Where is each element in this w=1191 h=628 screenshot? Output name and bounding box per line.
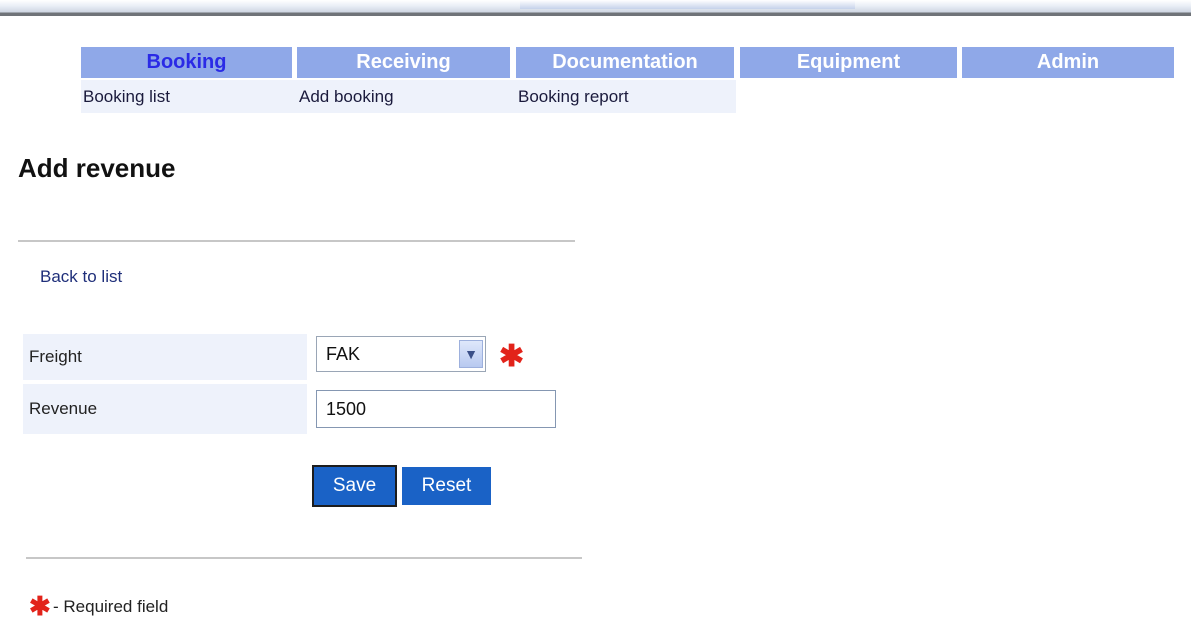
tab-equipment[interactable]: Equipment (740, 47, 957, 78)
subnav-add-booking[interactable]: Add booking (299, 80, 394, 113)
legend-required-star-icon: ✱ (29, 591, 51, 621)
revenue-label: Revenue (23, 384, 307, 434)
top-frame-border (0, 0, 1191, 16)
required-star-icon: ✱ (499, 340, 525, 373)
divider-top (18, 240, 575, 242)
revenue-input[interactable] (316, 390, 556, 428)
freight-label: Freight (23, 334, 307, 380)
freight-select[interactable]: FAK ▼ (316, 336, 486, 372)
tab-booking[interactable]: Booking (81, 47, 292, 78)
tab-documentation[interactable]: Documentation (516, 47, 734, 78)
top-frame-highlight (520, 0, 855, 9)
subnav-booking-report[interactable]: Booking report (518, 80, 629, 113)
tab-receiving[interactable]: Receiving (297, 47, 510, 78)
reset-button[interactable]: Reset (402, 467, 491, 505)
page-title: Add revenue (18, 153, 176, 183)
chevron-down-icon[interactable]: ▼ (459, 340, 483, 368)
back-to-list-link[interactable]: Back to list (40, 267, 122, 287)
save-button[interactable]: Save (312, 465, 397, 507)
required-field-legend: - Required field (53, 597, 169, 616)
divider-bottom (26, 557, 582, 559)
subnav-booking-list[interactable]: Booking list (83, 80, 170, 113)
booking-subnav: Booking list Add booking Booking report (81, 80, 736, 113)
tab-admin[interactable]: Admin (962, 47, 1174, 78)
freight-selected-value: FAK (326, 344, 361, 364)
